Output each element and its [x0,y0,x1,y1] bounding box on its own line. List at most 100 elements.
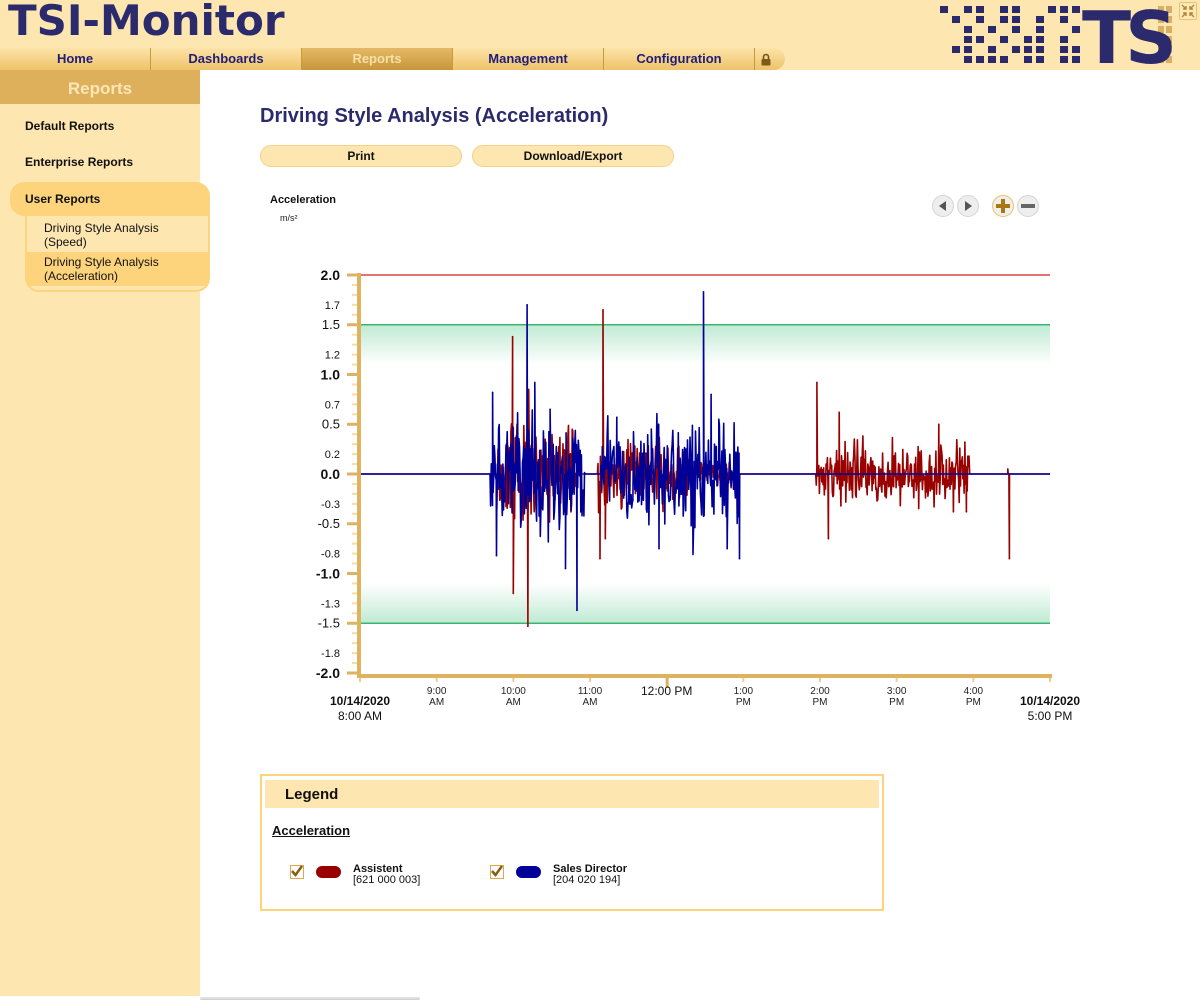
legend-entry-assistent: Assistent [621 000 003] [290,864,420,886]
checkmark-icon [291,865,304,878]
y-axis-minor-tick [352,532,357,535]
y-tick-label: -0.3 [321,499,340,511]
x-tick-label: PM [889,697,904,708]
y-axis-major-tick [347,472,357,476]
x-tick-label: 10:00 [501,686,526,697]
y-axis-minor-tick [352,433,357,436]
x-axis-tick [819,678,821,682]
series-peak-point [495,554,498,557]
y-axis-minor-tick [352,592,357,595]
x-tick-time: 5:00 PM [1028,709,1073,723]
x-axis-tick [1049,678,1051,682]
y-axis-minor-tick [352,502,357,505]
x-tick-date: 10/14/2020 [1020,694,1080,708]
x-axis-tick [742,678,745,682]
y-axis-minor-tick [352,293,357,296]
y-axis-minor-tick [352,413,357,416]
legend-panel: Legend Acceleration Assistent [621 000 0… [260,774,884,911]
series-peak-point [527,388,530,391]
y-tick-label: 0.5 [322,416,340,431]
y-tick-label: 1.5 [322,317,340,332]
series-peak-point [737,453,739,455]
series-peak-point [602,309,604,311]
legend-swatch-sales-director [516,866,541,878]
x-axis-tick [972,678,975,682]
legend-series-id: [621 000 003] [353,874,421,886]
x-tick-label: PM [813,697,828,708]
y-axis-minor-tick [352,512,357,515]
series-peak-point [710,393,712,396]
y-axis-major-tick [347,422,357,426]
legend-checkbox-sales-director[interactable] [490,865,504,879]
y-axis-major-tick [347,273,357,277]
y-axis-minor-tick [352,463,357,466]
y-axis-major-tick [347,572,357,575]
series-peak-point [527,625,529,628]
series-peak-point [964,441,966,443]
y-axis-minor-tick [352,602,357,605]
y-tick-label: 1.2 [325,350,340,362]
series-peak-point [576,609,578,612]
legend-series-id: [204 020 194] [553,874,621,886]
y-axis-major-tick [347,373,357,376]
y-axis-line [357,273,361,677]
y-axis-minor-tick [352,443,357,446]
y-tick-label: -0.8 [321,549,340,561]
legend-swatch-assistent [316,866,341,878]
y-tick-label: -1.5 [318,615,340,630]
y-axis-minor-tick [352,393,357,396]
series-peak-point [658,547,660,550]
series-peak-point [526,304,528,306]
series-peak-point [491,391,494,394]
y-axis-major-tick [347,323,357,327]
y-tick-label: 0.2 [325,449,340,461]
y-axis-minor-tick [352,662,357,665]
series-peak-point [534,381,536,384]
y-axis-major-tick [347,621,357,625]
x-tick-label: PM [736,697,751,708]
x-tick-label: AM [506,697,521,708]
legend-checkbox-assistent[interactable] [290,865,304,879]
y-axis-minor-tick [352,343,357,346]
x-tick-label: AM [429,697,444,708]
x-tick-label: 2:00 [810,686,830,697]
y-axis-minor-tick [352,582,357,585]
x-tick-label: 1:00 [734,686,754,697]
series-peak-point [616,416,618,419]
x-axis-tick [435,678,438,682]
legend-entry-sales-director: Sales Director [204 020 194] [490,864,627,886]
y-axis-minor-tick [352,383,357,386]
x-axis-tick [895,678,898,682]
series-peak-point [838,411,840,414]
y-tick-label: -2.0 [316,665,340,681]
y-axis-minor-tick [352,612,357,615]
series-peak-point [1007,468,1009,470]
y-tick-label: 2.0 [321,267,341,283]
y-axis-minor-tick [352,353,357,356]
series-peak-point [726,547,729,550]
series-peak-point [511,335,514,338]
y-axis-minor-tick [352,403,357,406]
x-axis-tick [589,678,591,682]
series-peak-point [604,537,607,540]
y-tick-label: 0.7 [325,399,340,411]
x-tick-label: AM [583,697,598,708]
x-tick-label: 4:00 [964,686,984,697]
series-peak-point [938,423,940,426]
series-peak-point [599,557,601,560]
y-tick-label: -0.5 [318,516,340,531]
y-axis-minor-tick [352,632,357,635]
lower-threshold-band [360,583,1050,624]
legend-header: Legend [265,780,879,808]
series-peak-point [816,381,818,384]
y-axis-major-tick [347,671,357,675]
x-tick-label: 11:00 [578,686,603,697]
y-axis-minor-tick [352,333,357,336]
series-peak-point [827,537,830,540]
x-tick-time: 8:00 AM [338,709,382,723]
y-axis-minor-tick [352,562,357,565]
x-tick-label: 3:00 [887,686,907,697]
y-axis-minor-tick [352,363,357,366]
series-peak-point [512,592,515,595]
y-tick-label: -1.3 [321,598,340,610]
